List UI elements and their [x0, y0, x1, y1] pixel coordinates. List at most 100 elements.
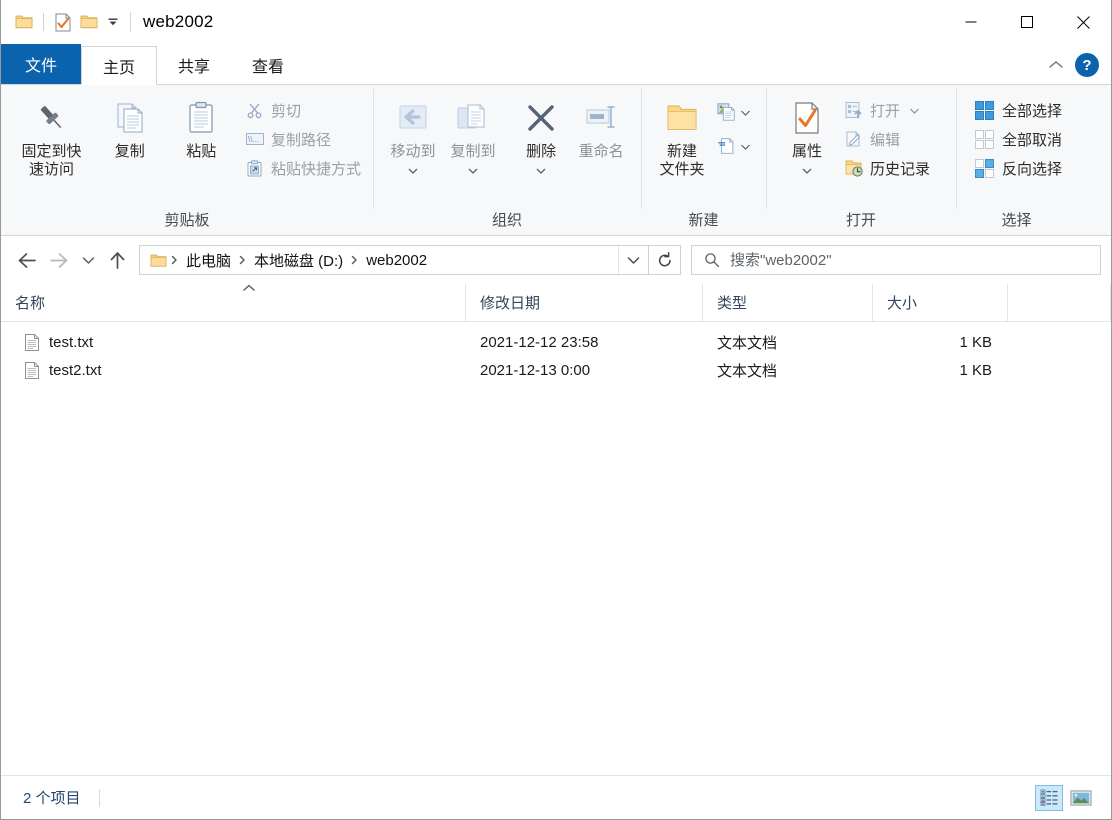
open-caret-icon[interactable] — [910, 101, 919, 119]
move-to-button[interactable]: 移动到 — [383, 91, 443, 179]
properties-icon[interactable] — [50, 9, 76, 35]
group-label-select: 选择 — [1001, 212, 1032, 229]
open-button[interactable]: 打开 — [840, 97, 934, 123]
close-button[interactable] — [1055, 0, 1111, 44]
paste-button[interactable]: 粘贴 — [166, 91, 237, 161]
new-item-caret-icon[interactable] — [741, 103, 750, 121]
ribbon: 固定到快 速访问 复制 粘贴 剪切 \\... 复制路径 粘贴快捷方式 剪贴板 … — [1, 84, 1111, 236]
large-icons-view-button[interactable] — [1067, 785, 1095, 811]
select-none-label: 全部取消 — [1002, 131, 1063, 149]
breadcrumb-separator-icon[interactable] — [169, 255, 180, 265]
new-item-icon — [717, 102, 737, 122]
file-name-cell: test2.txt — [1, 361, 466, 379]
breadcrumb-dropdown-icon[interactable] — [618, 246, 648, 274]
properties-button[interactable]: 属性 — [778, 91, 836, 179]
breadcrumb-folder-icon[interactable] — [148, 253, 169, 268]
pin-to-quick-access-button[interactable]: 固定到快 速访问 — [9, 91, 94, 178]
move-to-caret-icon[interactable] — [408, 161, 418, 179]
delete-caret-icon[interactable] — [536, 161, 546, 179]
column-header-size[interactable]: 大小 — [873, 284, 1008, 321]
breadcrumb-separator-icon[interactable] — [237, 255, 248, 265]
quick-access-toolbar — [1, 0, 124, 44]
breadcrumb-bar[interactable]: 此电脑 本地磁盘 (D:) web2002 — [139, 245, 649, 275]
column-headers: 名称 修改日期 类型 大小 — [1, 284, 1111, 322]
new-folder-icon[interactable] — [76, 9, 102, 35]
rename-icon — [583, 95, 619, 141]
easy-access-caret-icon[interactable] — [741, 137, 750, 155]
breadcrumb-item-2[interactable]: web2002 — [360, 252, 433, 269]
copy-to-label: 复制到 — [450, 143, 496, 160]
rename-button[interactable]: 重命名 — [569, 91, 633, 161]
forward-button[interactable] — [43, 245, 75, 275]
scissors-icon — [245, 100, 265, 120]
invert-selection-icon — [974, 158, 994, 178]
cut-button[interactable]: 剪切 — [241, 97, 365, 123]
file-name-label: test.txt — [49, 333, 94, 351]
file-size-cell: 1 KB — [959, 361, 992, 379]
qat-dropdown-icon[interactable] — [102, 9, 124, 35]
maximize-button[interactable] — [999, 0, 1055, 44]
tab-file[interactable]: 文件 — [1, 44, 82, 84]
minimize-button[interactable] — [943, 0, 999, 44]
tab-share[interactable]: 共享 — [157, 46, 231, 84]
new-item-button[interactable] — [713, 99, 754, 125]
up-button[interactable] — [101, 245, 133, 275]
column-header-type[interactable]: 类型 — [703, 284, 873, 321]
back-button[interactable] — [11, 245, 43, 275]
properties-label: 属性 — [791, 143, 822, 160]
column-header-date[interactable]: 修改日期 — [466, 284, 703, 321]
tab-view[interactable]: 查看 — [231, 46, 305, 84]
breadcrumb-item-1[interactable]: 本地磁盘 (D:) — [248, 250, 349, 271]
refresh-button[interactable] — [649, 245, 681, 275]
easy-access-icon — [717, 136, 737, 156]
cut-label: 剪切 — [270, 102, 301, 120]
ribbon-group-open: 属性 打开 编辑 历史记录 打开 — [766, 85, 956, 235]
copy-to-button[interactable]: 复制到 — [443, 91, 503, 179]
breadcrumb-separator-icon[interactable] — [349, 255, 360, 265]
history-button[interactable]: 历史记录 — [840, 155, 934, 181]
file-list[interactable]: test.txt 2021-12-12 23:58 文本文档 1 KB test… — [1, 322, 1111, 775]
status-divider — [98, 788, 100, 807]
tab-home[interactable]: 主页 — [81, 46, 158, 85]
details-view-button[interactable] — [1035, 784, 1063, 811]
help-icon[interactable]: ? — [1075, 53, 1099, 77]
file-type-cell: 文本文档 — [717, 362, 778, 380]
invert-selection-button[interactable]: 反向选择 — [970, 155, 1066, 181]
select-none-button[interactable]: 全部取消 — [970, 126, 1066, 152]
copy-to-caret-icon[interactable] — [468, 161, 478, 179]
column-header-spacer — [1008, 284, 1111, 321]
new-small-buttons — [713, 91, 754, 159]
search-input[interactable] — [728, 250, 1100, 270]
properties-caret-icon[interactable] — [802, 161, 812, 179]
file-size-cell: 1 KB — [959, 333, 992, 351]
select-all-button[interactable]: 全部选择 — [970, 97, 1066, 123]
column-header-name[interactable]: 名称 — [1, 284, 466, 321]
recent-locations-button[interactable] — [75, 245, 101, 275]
search-box[interactable] — [691, 245, 1101, 275]
ribbon-tabs-right: ? — [1043, 52, 1111, 84]
paste-shortcut-button[interactable]: 粘贴快捷方式 — [241, 155, 365, 181]
delete-button[interactable]: 删除 — [513, 91, 569, 179]
breadcrumb-item-0[interactable]: 此电脑 — [180, 250, 237, 271]
new-folder-label: 新建 文件夹 — [659, 143, 705, 178]
folder-icon[interactable] — [11, 9, 37, 35]
table-row[interactable]: test.txt 2021-12-12 23:58 文本文档 1 KB — [1, 328, 1111, 356]
file-date-cell: 2021-12-13 0:00 — [480, 361, 591, 379]
status-bar: 2 个项目 — [1, 775, 1111, 819]
table-row[interactable]: test2.txt 2021-12-13 0:00 文本文档 1 KB — [1, 356, 1111, 384]
address-bar: 此电脑 本地磁盘 (D:) web2002 — [1, 236, 1111, 284]
easy-access-button[interactable] — [713, 133, 754, 159]
clipboard-small-buttons: 剪切 \\... 复制路径 粘贴快捷方式 — [241, 91, 365, 181]
new-folder-button[interactable]: 新建 文件夹 — [651, 91, 713, 178]
chevron-up-icon[interactable] — [1043, 52, 1069, 78]
move-to-label: 移动到 — [390, 143, 436, 160]
view-buttons — [1035, 784, 1103, 811]
copy-button[interactable]: 复制 — [94, 91, 165, 161]
sort-ascending-icon — [241, 284, 257, 292]
ribbon-tabs: 文件 主页 共享 查看 ? — [1, 44, 1111, 85]
edit-button[interactable]: 编辑 — [840, 126, 934, 152]
paste-label: 粘贴 — [186, 143, 217, 160]
copy-path-button[interactable]: \\... 复制路径 — [241, 126, 365, 152]
rename-label: 重命名 — [578, 143, 624, 160]
ribbon-group-new: 新建 文件夹 新建 — [641, 85, 766, 235]
